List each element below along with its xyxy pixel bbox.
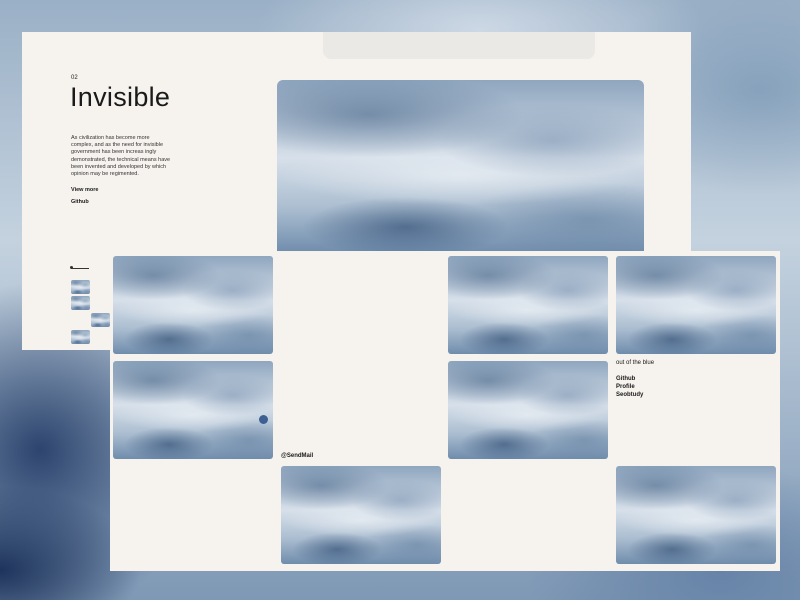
gallery-tile[interactable] (281, 466, 441, 564)
gallery-tile[interactable] (616, 256, 776, 354)
gallery-tile[interactable] (448, 256, 608, 354)
hero-image (277, 80, 644, 253)
thumbnail[interactable] (71, 280, 90, 294)
project-description: As civilization has become more complex,… (71, 135, 171, 178)
thumbnail[interactable] (71, 296, 90, 310)
view-more-link[interactable]: View more (71, 187, 98, 193)
gallery-link-github[interactable]: Github (616, 376, 635, 382)
gallery-tile[interactable] (113, 256, 273, 354)
nav-dot[interactable] (259, 415, 268, 424)
thumbnail[interactable] (91, 313, 110, 327)
gallery-link-seobtudy[interactable]: Seobtudy (616, 392, 643, 398)
gallery-tile[interactable] (113, 361, 273, 459)
progress-line (71, 268, 89, 269)
github-link[interactable]: Github (71, 199, 89, 205)
gallery-tile[interactable] (448, 361, 608, 459)
gallery-caption: out of the blue (616, 360, 655, 366)
thumbnail[interactable] (71, 330, 90, 344)
project-number: 02 (71, 75, 78, 81)
gallery-tile[interactable] (616, 466, 776, 564)
progress-dot[interactable] (70, 266, 73, 269)
top-tab[interactable] (323, 32, 595, 59)
project-title: Invisible (70, 82, 171, 112)
gallery-link-profile[interactable]: Profile (616, 384, 635, 390)
send-mail-link[interactable]: @SendMail (281, 453, 313, 459)
